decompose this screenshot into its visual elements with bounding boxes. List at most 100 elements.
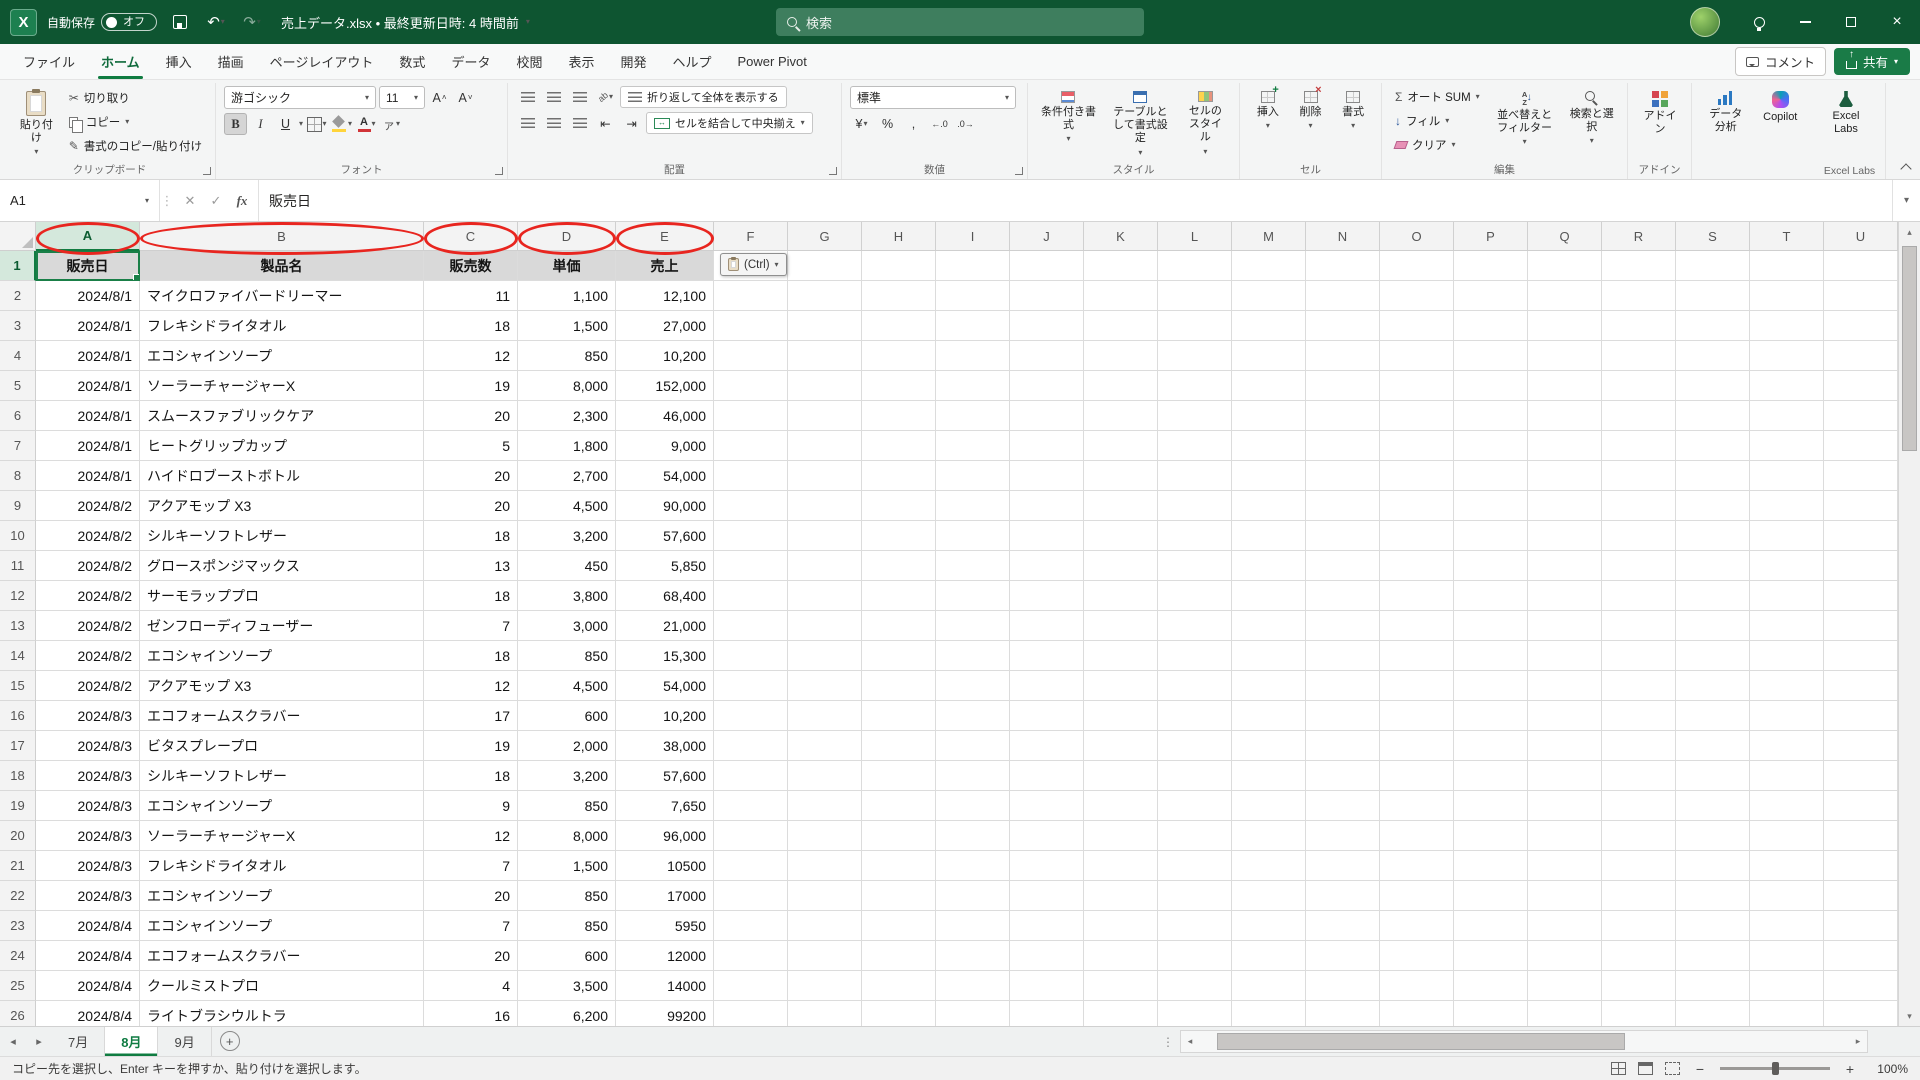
cell-B5[interactable]: ソーラーチャージャーX	[140, 371, 424, 401]
ribbon-tab-power-pivot[interactable]: Power Pivot	[725, 44, 820, 79]
cell-M12[interactable]	[1232, 581, 1306, 611]
cell-E5[interactable]: 152,000	[616, 371, 714, 401]
font-color-button[interactable]: A ▾	[355, 113, 378, 135]
cell-C12[interactable]: 18	[424, 581, 518, 611]
cell-U12[interactable]	[1824, 581, 1898, 611]
cell-U24[interactable]	[1824, 941, 1898, 971]
cancel-button[interactable]: ✕	[178, 188, 202, 214]
cell-H24[interactable]	[862, 941, 936, 971]
excel-app-icon[interactable]: X	[10, 8, 37, 36]
name-box-splitter[interactable]: ⋮	[160, 180, 174, 221]
horizontal-scroll-track[interactable]	[1199, 1031, 1849, 1052]
cell-L4[interactable]	[1158, 341, 1232, 371]
find-select-button[interactable]: 検索と選択 ▾	[1565, 86, 1619, 147]
cell-H3[interactable]	[862, 311, 936, 341]
cell-G9[interactable]	[788, 491, 862, 521]
cell-I11[interactable]	[936, 551, 1010, 581]
cell-Q10[interactable]	[1528, 521, 1602, 551]
align-top-button[interactable]	[516, 86, 539, 108]
cell-T3[interactable]	[1750, 311, 1824, 341]
cell-F13[interactable]	[714, 611, 788, 641]
cell-P10[interactable]	[1454, 521, 1528, 551]
cell-F17[interactable]	[714, 731, 788, 761]
cell-B25[interactable]: クールミストプロ	[140, 971, 424, 1001]
cell-Q15[interactable]	[1528, 671, 1602, 701]
cell-M15[interactable]	[1232, 671, 1306, 701]
cell-F11[interactable]	[714, 551, 788, 581]
cell-T12[interactable]	[1750, 581, 1824, 611]
cell-T13[interactable]	[1750, 611, 1824, 641]
cell-S25[interactable]	[1676, 971, 1750, 1001]
cell-C9[interactable]: 20	[424, 491, 518, 521]
ribbon-tab-view[interactable]: 表示	[555, 44, 607, 79]
close-button[interactable]: ×	[1874, 0, 1920, 44]
cell-F12[interactable]	[714, 581, 788, 611]
cell-S12[interactable]	[1676, 581, 1750, 611]
cell-H23[interactable]	[862, 911, 936, 941]
cell-C2[interactable]: 11	[424, 281, 518, 311]
cell-T4[interactable]	[1750, 341, 1824, 371]
cell-T18[interactable]	[1750, 761, 1824, 791]
cell-M19[interactable]	[1232, 791, 1306, 821]
cell-A13[interactable]: 2024/8/2	[36, 611, 140, 641]
scroll-left-icon[interactable]: ◂	[1181, 1031, 1199, 1052]
cell-J13[interactable]	[1010, 611, 1084, 641]
cell-U10[interactable]	[1824, 521, 1898, 551]
cell-I25[interactable]	[936, 971, 1010, 1001]
cell-E1[interactable]: 売上	[616, 251, 714, 281]
cell-L18[interactable]	[1158, 761, 1232, 791]
row-header-12[interactable]: 12	[0, 581, 36, 611]
cell-R21[interactable]	[1602, 851, 1676, 881]
cell-U14[interactable]	[1824, 641, 1898, 671]
cell-U19[interactable]	[1824, 791, 1898, 821]
cell-C16[interactable]: 17	[424, 701, 518, 731]
cell-I8[interactable]	[936, 461, 1010, 491]
column-header-L[interactable]: L	[1158, 222, 1232, 251]
cell-H15[interactable]	[862, 671, 936, 701]
cell-R4[interactable]	[1602, 341, 1676, 371]
cell-D10[interactable]: 3,200	[518, 521, 616, 551]
cell-N14[interactable]	[1306, 641, 1380, 671]
cell-F14[interactable]	[714, 641, 788, 671]
cell-E2[interactable]: 12,100	[616, 281, 714, 311]
cell-S2[interactable]	[1676, 281, 1750, 311]
page-break-view-icon[interactable]	[1665, 1062, 1680, 1075]
cell-R9[interactable]	[1602, 491, 1676, 521]
cell-L8[interactable]	[1158, 461, 1232, 491]
cell-K14[interactable]	[1084, 641, 1158, 671]
cell-D15[interactable]: 4,500	[518, 671, 616, 701]
cell-S23[interactable]	[1676, 911, 1750, 941]
cell-A9[interactable]: 2024/8/2	[36, 491, 140, 521]
borders-button[interactable]: ▾	[305, 113, 328, 135]
cell-A25[interactable]: 2024/8/4	[36, 971, 140, 1001]
cell-M4[interactable]	[1232, 341, 1306, 371]
cell-G12[interactable]	[788, 581, 862, 611]
cell-D20[interactable]: 8,000	[518, 821, 616, 851]
autosave-toggle[interactable]: オフ	[101, 13, 158, 31]
cell-P21[interactable]	[1454, 851, 1528, 881]
cell-U15[interactable]	[1824, 671, 1898, 701]
cell-N15[interactable]	[1306, 671, 1380, 701]
cell-O26[interactable]	[1380, 1001, 1454, 1026]
align-center-button[interactable]	[542, 112, 565, 134]
save-button[interactable]	[167, 8, 193, 36]
cell-A15[interactable]: 2024/8/2	[36, 671, 140, 701]
column-header-B[interactable]: B	[140, 222, 424, 251]
cell-P18[interactable]	[1454, 761, 1528, 791]
cell-I4[interactable]	[936, 341, 1010, 371]
cell-L7[interactable]	[1158, 431, 1232, 461]
cell-L20[interactable]	[1158, 821, 1232, 851]
column-header-K[interactable]: K	[1084, 222, 1158, 251]
cell-L26[interactable]	[1158, 1001, 1232, 1026]
cell-E21[interactable]: 10500	[616, 851, 714, 881]
cell-C7[interactable]: 5	[424, 431, 518, 461]
cell-F10[interactable]	[714, 521, 788, 551]
cell-M20[interactable]	[1232, 821, 1306, 851]
cell-P5[interactable]	[1454, 371, 1528, 401]
cell-C15[interactable]: 12	[424, 671, 518, 701]
cell-E25[interactable]: 14000	[616, 971, 714, 1001]
ribbon-tab-draw[interactable]: 描画	[205, 44, 257, 79]
cell-P16[interactable]	[1454, 701, 1528, 731]
cell-E17[interactable]: 38,000	[616, 731, 714, 761]
cell-G3[interactable]	[788, 311, 862, 341]
